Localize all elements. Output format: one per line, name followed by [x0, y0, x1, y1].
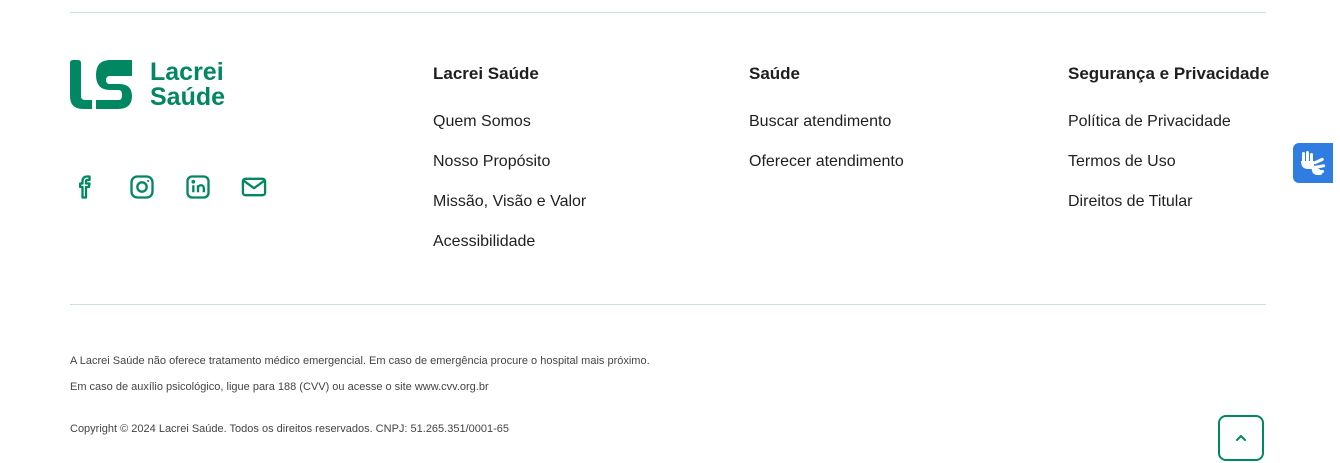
- link-missao-visao-valor[interactable]: Missão, Visão e Valor: [433, 190, 586, 230]
- back-to-top-button[interactable]: [1218, 415, 1264, 461]
- link-nosso-proposito[interactable]: Nosso Propósito: [433, 150, 586, 190]
- footer-column-title: Lacrei Saúde: [433, 64, 539, 83]
- link-oferecer-atendimento[interactable]: Oferecer atendimento: [749, 150, 904, 190]
- lacrei-logo[interactable]: Lacrei Saúde: [70, 60, 225, 110]
- link-termos-de-uso[interactable]: Termos de Uso: [1068, 150, 1269, 190]
- link-acessibilidade[interactable]: Acessibilidade: [433, 230, 586, 270]
- sign-language-hands-icon: [1301, 151, 1326, 175]
- footer-column-title: Saúde: [749, 64, 801, 83]
- lacrei-logo-mark-icon: [70, 60, 132, 109]
- footer-column-saude: Saúde Buscar atendimento Oferecer atendi…: [749, 62, 904, 190]
- mail-icon[interactable]: [240, 172, 296, 202]
- link-buscar-atendimento[interactable]: Buscar atendimento: [749, 110, 904, 150]
- social-links: [72, 172, 296, 202]
- footer-column-lacrei-saude: Lacrei Saúde Quem Somos Nosso Propósito …: [433, 62, 586, 270]
- emergency-disclaimer: A Lacrei Saúde não oferece tratamento mé…: [70, 355, 650, 367]
- linkedin-icon[interactable]: [184, 172, 240, 202]
- logo-text-line1: Lacrei: [150, 58, 224, 86]
- sign-language-accessibility-button[interactable]: [1293, 143, 1333, 183]
- top-divider: [70, 12, 1266, 13]
- footer-divider: [70, 304, 1266, 305]
- logo-text: Lacrei Saúde: [150, 60, 225, 110]
- footer-column-seguranca-privacidade: Segurança e Privacidade Política de Priv…: [1068, 62, 1269, 230]
- logo-text-line2: Saúde: [150, 83, 226, 111]
- link-politica-privacidade[interactable]: Política de Privacidade: [1068, 110, 1269, 150]
- facebook-icon[interactable]: [72, 172, 128, 202]
- instagram-icon[interactable]: [128, 172, 184, 202]
- chevron-up-icon: [1236, 435, 1246, 441]
- copyright-text: Copyright © 2024 Lacrei Saúde. Todos os …: [70, 423, 510, 435]
- link-direitos-de-titular[interactable]: Direitos de Titular: [1068, 190, 1269, 230]
- footer-column-title: Segurança e Privacidade: [1068, 64, 1270, 83]
- cvv-disclaimer: Em caso de auxílio psicológico, ligue pa…: [70, 381, 489, 393]
- link-quem-somos[interactable]: Quem Somos: [433, 110, 586, 150]
